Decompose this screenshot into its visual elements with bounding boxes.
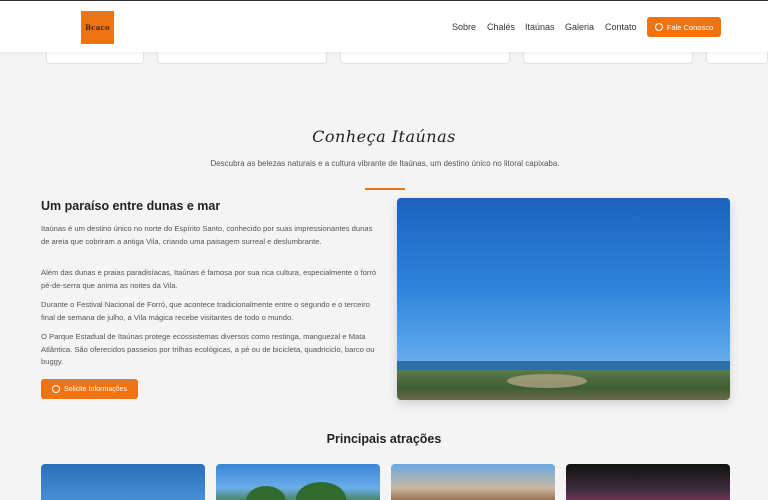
- paragraph: Durante o Festival Nacional de Forró, qu…: [41, 300, 370, 322]
- attractions-title: Principais atrações: [326, 432, 442, 446]
- itaunas-beach-photo: [397, 198, 730, 400]
- nav-itaunas[interactable]: Itaúnas: [525, 22, 555, 32]
- request-info-button[interactable]: Solicite Informações: [41, 379, 138, 399]
- tree-shape: [296, 482, 346, 500]
- attraction-card[interactable]: [41, 464, 205, 500]
- info-button-label: Solicite Informações: [63, 385, 128, 393]
- logo[interactable]: Bcaco: [81, 11, 114, 44]
- title-divider: [365, 188, 405, 190]
- paragraph: Além das dunas e praias paradisíacas, It…: [41, 268, 377, 290]
- tree-shape: [246, 486, 286, 500]
- chat-icon: [51, 385, 60, 393]
- strip-card: [157, 52, 327, 64]
- contact-cta-button[interactable]: Fale Conosco: [647, 17, 721, 37]
- cta-label: Fale Conosco: [666, 22, 714, 32]
- strip-card: [523, 52, 693, 64]
- section-subtitle: Descubra as belezas naturais e a cultura…: [210, 159, 560, 168]
- content-heading: Um paraíso entre dunas e mar: [41, 199, 221, 213]
- logo-text: Bcaco: [85, 23, 110, 32]
- section-title: Conheça Itaúnas: [312, 127, 456, 146]
- attraction-card[interactable]: [391, 464, 555, 500]
- nav-sobre[interactable]: Sobre: [452, 22, 476, 32]
- nav-contato[interactable]: Contato: [605, 22, 637, 32]
- site-header: Bcaco Sobre Chalés Itaúnas Galeria Conta…: [0, 0, 768, 52]
- nav-chales[interactable]: Chalés: [487, 22, 515, 32]
- chat-icon: [654, 23, 663, 31]
- strip-card: [46, 52, 144, 64]
- strip-card: [340, 52, 510, 64]
- paragraph: Itaúnas é um destino único no norte do E…: [41, 224, 373, 246]
- paragraph: O Parque Estadual de Itaúnas protege eco…: [41, 332, 375, 366]
- nav-galeria[interactable]: Galeria: [565, 22, 594, 32]
- attraction-card[interactable]: [216, 464, 380, 500]
- strip-card: [706, 52, 768, 64]
- dune: [507, 374, 587, 388]
- attraction-card[interactable]: [566, 464, 730, 500]
